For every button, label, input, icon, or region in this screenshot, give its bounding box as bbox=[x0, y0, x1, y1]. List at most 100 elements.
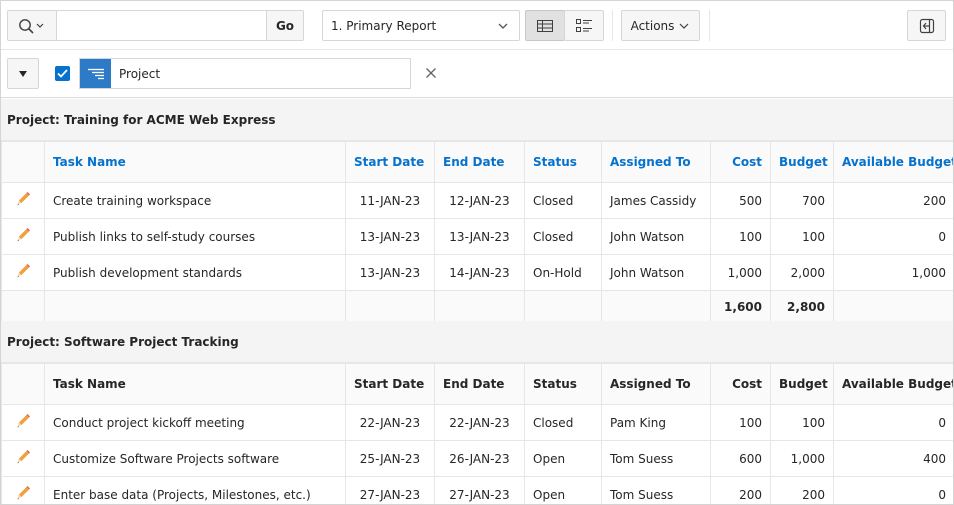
caret-down-icon bbox=[19, 70, 27, 77]
total-budget: 2,800 bbox=[770, 290, 834, 324]
total-cell-empty bbox=[434, 290, 525, 324]
cell-available-budget: 0 bbox=[833, 218, 953, 255]
search-column-button[interactable] bbox=[8, 11, 57, 40]
cell-budget: 700 bbox=[770, 182, 834, 219]
pencil-icon bbox=[15, 263, 31, 282]
column-header-start-date[interactable]: Start Date bbox=[345, 363, 435, 405]
column-header-status[interactable]: Status bbox=[524, 141, 602, 183]
checkmark-icon bbox=[57, 69, 68, 78]
chevron-down-icon bbox=[679, 23, 689, 29]
search-icon bbox=[19, 18, 44, 34]
edit-link[interactable] bbox=[1, 218, 45, 255]
cell-budget: 200 bbox=[770, 476, 834, 504]
column-header-cost[interactable]: Cost bbox=[710, 141, 771, 183]
pencil-icon bbox=[15, 227, 31, 246]
edit-link[interactable] bbox=[1, 182, 45, 219]
total-cell-empty bbox=[601, 290, 711, 324]
table-row: Publish links to self-study courses 13-J… bbox=[1, 218, 953, 255]
cell-status: Closed bbox=[524, 218, 602, 255]
column-header-status[interactable]: Status bbox=[524, 363, 602, 405]
cell-available-budget: 200 bbox=[833, 182, 953, 219]
cell-start-date: 13-JAN-23 bbox=[345, 218, 435, 255]
close-icon bbox=[426, 68, 436, 78]
toolbar-separator bbox=[709, 10, 710, 41]
report-select[interactable]: 1. Primary Report bbox=[322, 10, 520, 41]
edit-link[interactable] bbox=[1, 476, 45, 504]
table-header-row: Task Name Start Date End Date Status Ass… bbox=[1, 141, 953, 183]
cell-budget: 100 bbox=[770, 218, 834, 255]
table-row: Customize Software Projects software 25-… bbox=[1, 440, 953, 477]
cell-budget: 1,000 bbox=[770, 440, 834, 477]
actions-menu-button[interactable]: Actions bbox=[621, 10, 700, 41]
cell-status: Open bbox=[524, 440, 602, 477]
cell-task-name: Customize Software Projects software bbox=[44, 440, 346, 477]
total-cell-empty bbox=[44, 290, 346, 324]
cell-assigned-to: Tom Suess bbox=[601, 440, 711, 477]
column-header-available-budget[interactable]: Available Budget bbox=[833, 141, 953, 183]
pencil-icon bbox=[15, 449, 31, 468]
cell-cost: 100 bbox=[710, 404, 771, 441]
cell-budget: 2,000 bbox=[770, 254, 834, 291]
cell-assigned-to: Tom Suess bbox=[601, 476, 711, 504]
search-input[interactable] bbox=[58, 11, 266, 40]
chevron-down-icon bbox=[498, 23, 508, 29]
cell-end-date: 26-JAN-23 bbox=[434, 440, 525, 477]
edit-link[interactable] bbox=[1, 404, 45, 441]
view-detail-button[interactable] bbox=[564, 10, 604, 41]
detail-view-icon bbox=[576, 18, 592, 32]
cell-cost: 200 bbox=[710, 476, 771, 504]
cell-start-date: 25-JAN-23 bbox=[345, 440, 435, 477]
grid-view-icon bbox=[537, 19, 553, 32]
edit-link[interactable] bbox=[1, 440, 45, 477]
total-cell-empty bbox=[833, 290, 953, 324]
column-header-start-date[interactable]: Start Date bbox=[345, 141, 435, 183]
reset-button[interactable] bbox=[907, 10, 946, 41]
cell-assigned-to: James Cassidy bbox=[601, 182, 711, 219]
reset-icon bbox=[919, 18, 934, 33]
cell-available-budget: 1,000 bbox=[833, 254, 953, 291]
group-header: Project: Software Project Tracking bbox=[1, 321, 953, 363]
edit-link[interactable] bbox=[1, 254, 45, 291]
column-header-end-date[interactable]: End Date bbox=[434, 141, 525, 183]
cell-task-name: Enter base data (Projects, Milestones, e… bbox=[44, 476, 346, 504]
pencil-icon bbox=[15, 485, 31, 504]
cell-task-name: Publish links to self-study courses bbox=[44, 218, 346, 255]
collapse-toggle-button[interactable] bbox=[7, 58, 39, 89]
view-grid-button[interactable] bbox=[525, 10, 565, 41]
cell-cost: 600 bbox=[710, 440, 771, 477]
cell-available-budget: 0 bbox=[833, 404, 953, 441]
control-break-filter[interactable]: Project bbox=[79, 58, 411, 89]
pencil-icon bbox=[15, 191, 31, 210]
cell-available-budget: 400 bbox=[833, 440, 953, 477]
report-select-value: 1. Primary Report bbox=[331, 18, 437, 33]
remove-filter-button[interactable] bbox=[422, 64, 440, 82]
total-cost: 1,600 bbox=[710, 290, 771, 324]
column-header-budget[interactable]: Budget bbox=[770, 363, 834, 405]
column-header-assigned-to[interactable]: Assigned To bbox=[601, 141, 711, 183]
filter-enabled-checkbox[interactable] bbox=[55, 66, 70, 81]
go-button[interactable]: Go bbox=[266, 11, 303, 40]
column-header-assigned-to[interactable]: Assigned To bbox=[601, 363, 711, 405]
table-header-row: Task Name Start Date End Date Status Ass… bbox=[1, 363, 953, 405]
total-cell-empty bbox=[524, 290, 602, 324]
filter-label: Project bbox=[119, 67, 161, 81]
total-cell-empty bbox=[1, 290, 45, 324]
report-table: Task Name Start Date End Date Status Ass… bbox=[1, 141, 953, 324]
column-header-cost[interactable]: Cost bbox=[710, 363, 771, 405]
cell-available-budget: 0 bbox=[833, 476, 953, 504]
cell-cost: 100 bbox=[710, 218, 771, 255]
column-header-available-budget[interactable]: Available Budget bbox=[833, 363, 953, 405]
cell-cost: 500 bbox=[710, 182, 771, 219]
cell-status: Closed bbox=[524, 404, 602, 441]
column-header-task-name[interactable]: Task Name bbox=[44, 363, 346, 405]
report-table: Task Name Start Date End Date Status Ass… bbox=[1, 363, 953, 504]
control-break-bar: Project bbox=[1, 50, 953, 98]
cell-end-date: 27-JAN-23 bbox=[434, 476, 525, 504]
column-header-budget[interactable]: Budget bbox=[770, 141, 834, 183]
column-header-task-name[interactable]: Task Name bbox=[44, 141, 346, 183]
cell-status: Open bbox=[524, 476, 602, 504]
table-row: Conduct project kickoff meeting 22-JAN-2… bbox=[1, 404, 953, 441]
totals-row: 1,600 2,800 bbox=[1, 290, 953, 324]
column-header-end-date[interactable]: End Date bbox=[434, 363, 525, 405]
group-header: Project: Training for ACME Web Express bbox=[1, 99, 953, 141]
